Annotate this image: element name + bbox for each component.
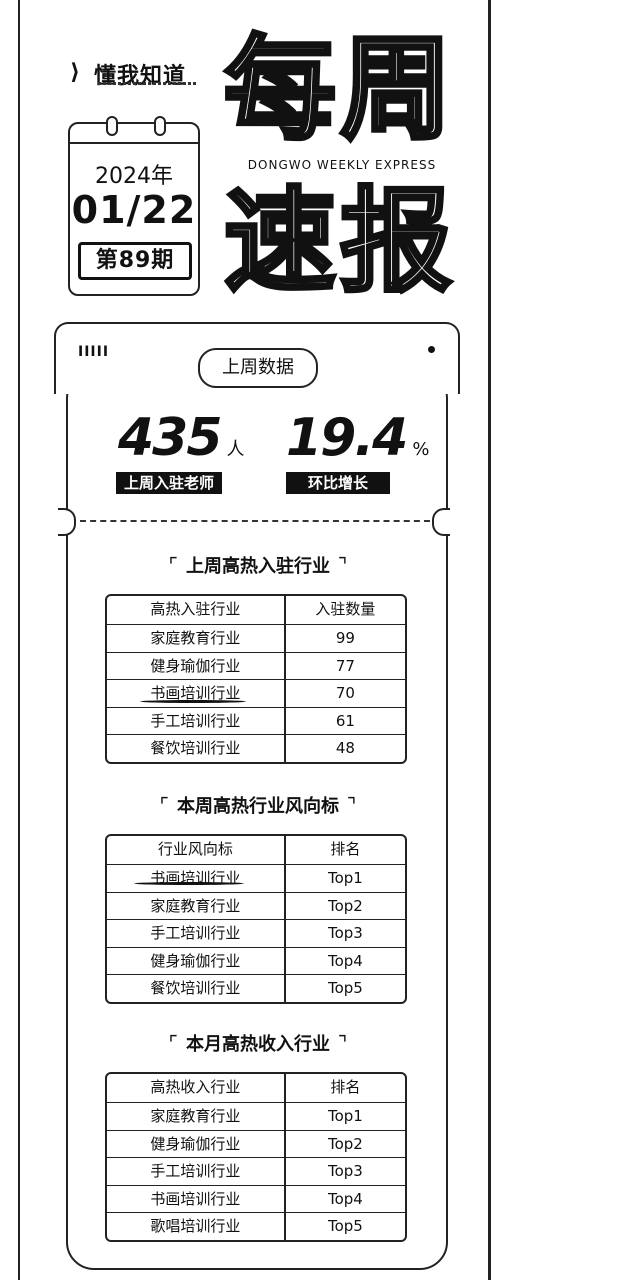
industry-table: 高热入驻行业 入驻数量 家庭教育行业 99 健身瑜伽行业 77 书画培训行业 70 手… xyxy=(105,594,407,764)
title-line-1: 每周 xyxy=(222,25,456,155)
brand-logo: ⟩ 懂我知道 xyxy=(70,56,210,90)
handwritten-underline xyxy=(140,700,246,703)
table-row: 健身瑜伽行业 77 xyxy=(107,651,405,679)
calendar-ring-icon xyxy=(106,116,118,136)
tab-bars-decoration: IIIII xyxy=(78,344,110,360)
table-row: 餐饮培训行业 Top5 xyxy=(107,974,405,1002)
title-line-2: 速报 xyxy=(222,177,456,307)
table-row: 手工培训行业 Top3 xyxy=(107,1157,405,1185)
table-row: 书画培训行业 Top1 xyxy=(107,864,405,892)
stat-value: 19.4 xyxy=(286,408,408,468)
table-row: 餐饮培训行业 48 xyxy=(107,734,405,762)
calendar-year: 2024年 xyxy=(95,164,173,189)
table-row: 健身瑜伽行业 Top2 xyxy=(107,1129,405,1157)
brand-name: 懂我知道 xyxy=(94,64,187,89)
logo-mark-icon: ⟩ xyxy=(70,60,81,85)
table-header-row: 行业风向标 排名 xyxy=(107,836,405,864)
income-table: 高热收入行业 排名 家庭教育行业 Top1 健身瑜伽行业 Top2 手工培训行业 To… xyxy=(105,1072,407,1242)
stat-unit: % xyxy=(412,439,430,460)
page-border-right xyxy=(488,0,491,1280)
page-border-left xyxy=(18,0,20,1280)
calendar-divider xyxy=(70,142,198,144)
bracket-icon: ⌜ xyxy=(159,793,169,817)
issue-badge: 第89期 xyxy=(78,242,192,280)
section-title: ⌜ 上周高热入驻行业 ⌝ xyxy=(168,553,348,577)
table-row: 歌唱培训行业 Top5 xyxy=(107,1212,405,1240)
bracket-icon: ⌝ xyxy=(338,1031,348,1055)
section-title: ⌜ 本月高热收入行业 ⌝ xyxy=(168,1031,348,1055)
table-row: 家庭教育行业 Top2 xyxy=(107,891,405,919)
table-row: 健身瑜伽行业 Top4 xyxy=(107,946,405,974)
trend-table: 行业风向标 排名 书画培训行业 Top1 家庭教育行业 Top2 手工培训行业 Top… xyxy=(105,834,407,1004)
table-header-row: 高热收入行业 排名 xyxy=(107,1074,405,1102)
table-row: 书画培训行业 Top4 xyxy=(107,1184,405,1212)
stat-unit: 人 xyxy=(226,439,245,460)
bracket-icon: ⌜ xyxy=(168,1031,178,1055)
table-row: 家庭教育行业 99 xyxy=(107,624,405,652)
calendar-card: 2024年 01/22 第89期 xyxy=(68,116,200,296)
bracket-icon: ⌝ xyxy=(347,793,357,817)
logo-subtext-decoration xyxy=(98,82,198,85)
ticket-notch xyxy=(432,508,450,536)
title-tagline: DONGWO WEEKLY EXPRESS xyxy=(232,158,452,172)
section-title: ⌜ 本周高热行业风向标 ⌝ xyxy=(159,793,357,817)
ticket-dashed-divider xyxy=(80,520,430,522)
tab-dot-icon xyxy=(428,346,435,353)
bracket-icon: ⌜ xyxy=(168,553,178,577)
calendar-ring-icon xyxy=(154,116,166,136)
last-week-label: 上周数据 xyxy=(198,348,318,388)
table-row: 家庭教育行业 Top1 xyxy=(107,1102,405,1130)
stat-new-teachers: 435 人 xyxy=(118,410,245,466)
handwritten-underline xyxy=(134,882,244,885)
stat-label: 上周入驻老师 xyxy=(116,472,222,494)
stat-label: 环比增长 xyxy=(286,472,390,494)
table-row: 手工培训行业 61 xyxy=(107,706,405,734)
table-header-row: 高热入驻行业 入驻数量 xyxy=(107,596,405,624)
bracket-icon: ⌝ xyxy=(338,553,348,577)
table-row: 手工培训行业 Top3 xyxy=(107,919,405,947)
calendar-date: 01/22 xyxy=(71,188,197,232)
stat-value: 435 xyxy=(118,408,223,468)
stat-growth: 19.4% xyxy=(286,410,429,466)
